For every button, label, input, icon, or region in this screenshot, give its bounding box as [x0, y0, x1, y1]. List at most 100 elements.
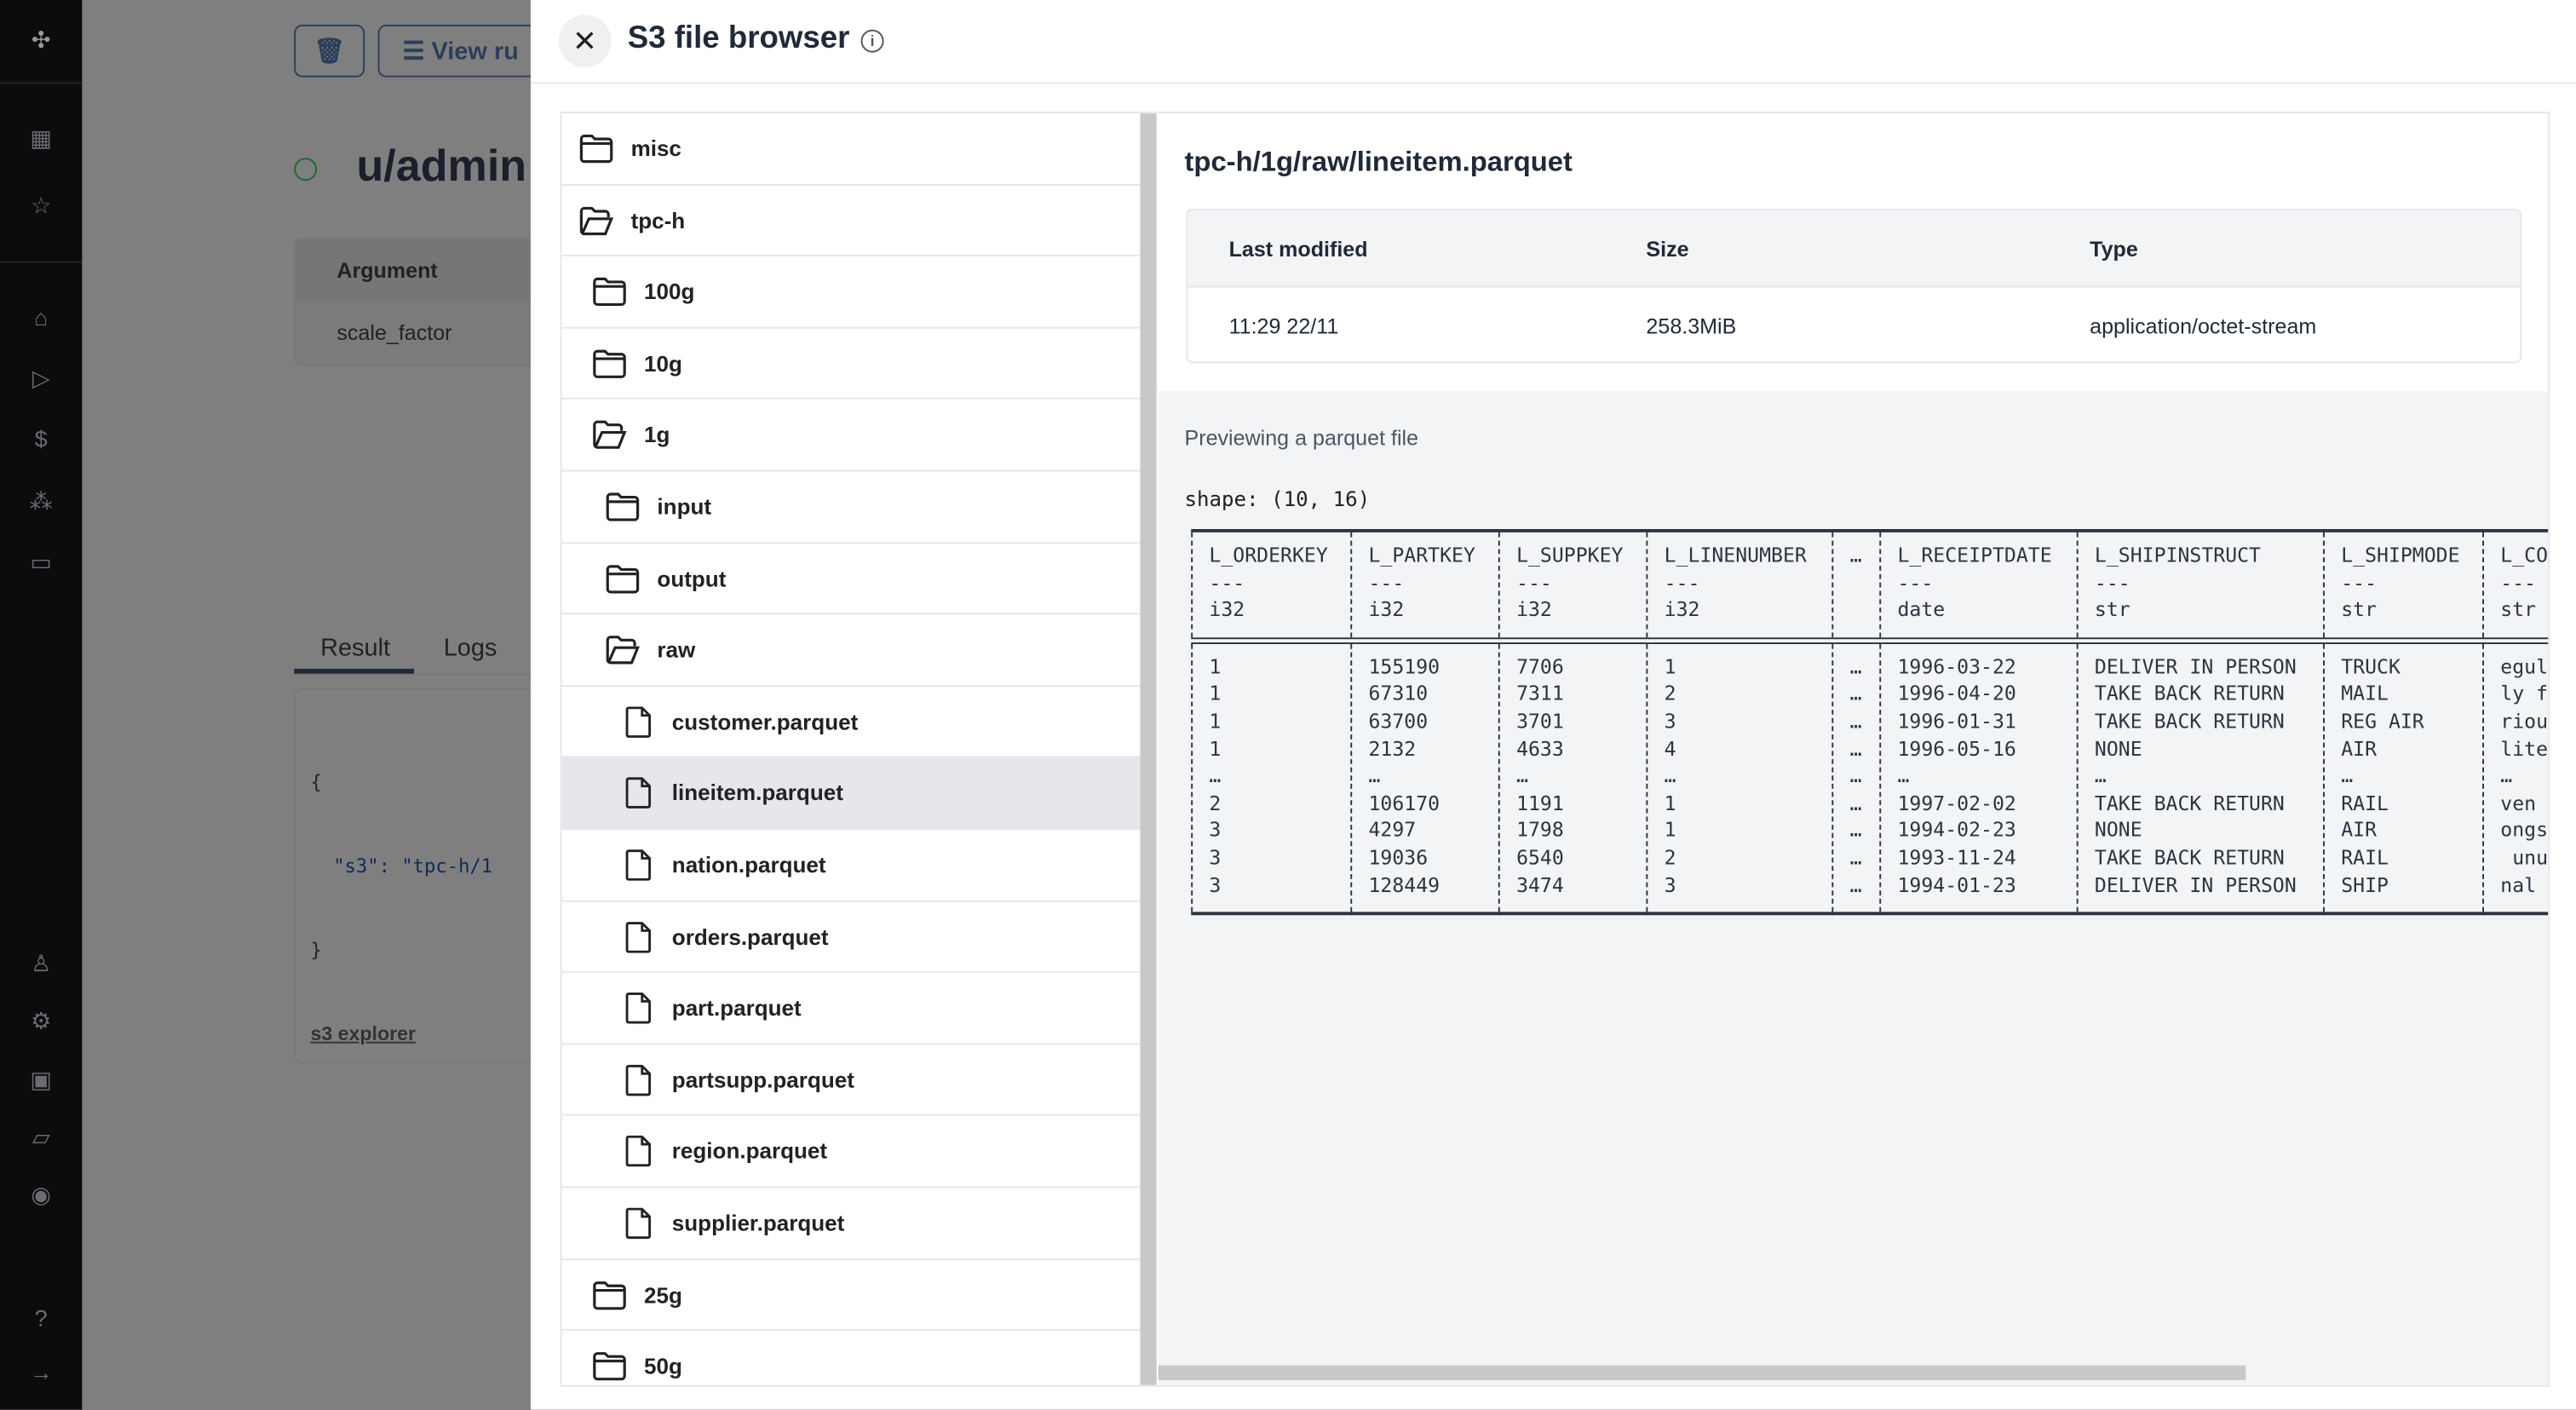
folder-item-tpc-h[interactable]: tpc-h: [561, 185, 1141, 257]
dollar-icon[interactable]: $: [25, 423, 58, 456]
building-icon[interactable]: ▦: [25, 122, 58, 155]
column-sep: ---: [1897, 571, 1934, 595]
file-item-orders-parquet[interactable]: orders.parquet: [561, 901, 1141, 973]
home-icon[interactable]: ⌂: [25, 301, 58, 334]
table-cell: 155190: [1368, 655, 1440, 679]
meta-size: 258.3MiB: [1646, 314, 1737, 339]
table-cell: …: [1849, 819, 1862, 843]
folder-item-raw[interactable]: raw: [561, 615, 1141, 687]
file-item-customer-parquet[interactable]: customer.parquet: [561, 687, 1141, 758]
meta-type: application/octet-stream: [2090, 314, 2317, 339]
table-cell: …: [1849, 764, 1862, 788]
app-sidebar: ✣ ▦ ☆ ⌂ ▷ $ ⁂ ▭ ♙ ⚙ ▣ ▱ ◉? →: [0, 0, 83, 1410]
column-dtype: str: [2500, 598, 2537, 622]
info-icon[interactable]: i: [860, 29, 884, 53]
table-cell: DELIVER IN PERSON: [2094, 873, 2297, 897]
user-icon[interactable]: ♙: [25, 947, 58, 980]
bot-icon[interactable]: ▣: [25, 1063, 58, 1096]
table-cell: RAIL: [2341, 846, 2389, 870]
trash-icon: 🗑: [313, 37, 346, 66]
tab-logs[interactable]: Logs: [444, 634, 497, 662]
item-label: output: [657, 566, 727, 591]
table-cell: 1: [1664, 819, 1676, 843]
logo-icon[interactable]: ✣: [25, 23, 58, 56]
scrollbar-thumb[interactable]: [1158, 1365, 2246, 1380]
folder-item-misc[interactable]: misc: [561, 113, 1141, 186]
table-cell: AIR: [2341, 737, 2378, 761]
table-cell: TAKE BACK RETURN: [2094, 846, 2285, 870]
table-cell: 6540: [1516, 846, 1564, 870]
column-name: L_SUPPKEY: [1516, 544, 1624, 567]
column-header: L_ORDERKEY --- i32: [1191, 530, 1352, 644]
file-icon: [625, 705, 652, 738]
column-sep: ---: [1368, 571, 1405, 595]
table-cell: 2: [1664, 846, 1676, 870]
expand-icon[interactable]: →: [25, 1355, 58, 1389]
star-icon[interactable]: ☆: [25, 189, 58, 222]
item-label: 1g: [643, 423, 670, 448]
cubes-icon[interactable]: ⁂: [25, 485, 58, 518]
item-label: misc: [630, 136, 681, 161]
table-cell: 1994-02-23: [1897, 819, 2016, 843]
calendar-icon[interactable]: ▭: [25, 545, 58, 578]
eye-icon[interactable]: ◉: [25, 1178, 58, 1211]
column-header: L_SHIPMODE --- str: [2322, 530, 2484, 644]
tree-scrollbar[interactable]: [1140, 113, 1157, 1385]
folder-item-10g[interactable]: 10g: [561, 328, 1141, 400]
gear-icon[interactable]: ⚙: [25, 1004, 58, 1037]
close-button[interactable]: ✕: [558, 14, 612, 68]
view-runs-label: View ru: [431, 37, 519, 66]
folder-icon: [593, 1281, 626, 1309]
file-item-part-parquet[interactable]: part.parquet: [561, 973, 1141, 1045]
item-label: orders.parquet: [671, 924, 829, 949]
table-cell: 1: [1664, 655, 1676, 679]
folder-item-input[interactable]: input: [561, 471, 1141, 544]
file-item-nation-parquet[interactable]: nation.parquet: [561, 830, 1141, 901]
folder-item-100g[interactable]: 100g: [561, 256, 1141, 329]
folder-icon: [593, 349, 626, 378]
meta-header-modified: Last modified: [1228, 236, 1368, 262]
item-label: supplier.parquet: [671, 1211, 845, 1236]
table-cell: 2: [1209, 791, 1222, 815]
file-item-region-parquet[interactable]: region.parquet: [561, 1116, 1141, 1188]
folder-icon: [593, 278, 626, 307]
file-item-supplier-parquet[interactable]: supplier.parquet: [561, 1188, 1141, 1260]
folder-item-50g[interactable]: 50g: [562, 1331, 1141, 1384]
column-sep: ---: [2500, 571, 2537, 595]
page-backdrop[interactable]: 🗑 ☰ View ru u/admin Argument scale_facto…: [82, 0, 626, 1410]
column-header: L_RECEIPTDATE --- date: [1879, 530, 2078, 644]
help-icon[interactable]: ?: [25, 1301, 58, 1334]
table-cell: …: [2094, 764, 2107, 788]
file-item-lineitem-parquet[interactable]: lineitem.parquet: [561, 757, 1141, 830]
table-cell: 1997-02-02: [1897, 791, 2016, 815]
table-cell: 3: [1664, 873, 1676, 897]
folder-icon: [606, 492, 640, 521]
tab-result[interactable]: Result: [320, 634, 390, 662]
table-cell: 3: [1664, 710, 1676, 734]
table-cell: 1: [1209, 710, 1222, 734]
preview-hscrollbar[interactable]: [1158, 1365, 2549, 1380]
drawer-title: S3 file browser: [627, 21, 850, 56]
column-name: L_RECEIPTDATE: [1897, 544, 2052, 567]
delete-button[interactable]: 🗑: [294, 24, 365, 78]
folder-item-25g[interactable]: 25g: [561, 1259, 1141, 1332]
table-cell: 1996-03-22: [1897, 655, 2016, 679]
folder-open-icon: [606, 636, 640, 665]
folder-item-output[interactable]: output: [561, 544, 1141, 615]
table-cell: 1996-05-16: [1897, 737, 2016, 761]
table-cell: ly f: [2500, 682, 2549, 706]
table-cell: 63700: [1368, 710, 1429, 734]
file-item-partsupp-parquet[interactable]: partsupp.parquet: [561, 1045, 1141, 1117]
table-cell: …: [1849, 710, 1862, 734]
play-icon[interactable]: ▷: [25, 361, 58, 394]
column-name: …: [1849, 544, 1862, 567]
column-name: L_LINENUMBER: [1664, 544, 1807, 567]
column-name: L_PARTKEY: [1368, 544, 1475, 567]
table-cell: 3701: [1516, 710, 1564, 734]
folder-icon[interactable]: ▱: [25, 1120, 58, 1154]
column-name: L_SHIPINSTRUCT: [2094, 544, 2262, 567]
column-name: L_SHIPMODE: [2341, 544, 2460, 567]
column-header: L_SUPPKEY --- i32: [1498, 530, 1647, 644]
folder-item-1g[interactable]: 1g: [561, 400, 1141, 472]
column-dtype: i32: [1516, 598, 1552, 622]
